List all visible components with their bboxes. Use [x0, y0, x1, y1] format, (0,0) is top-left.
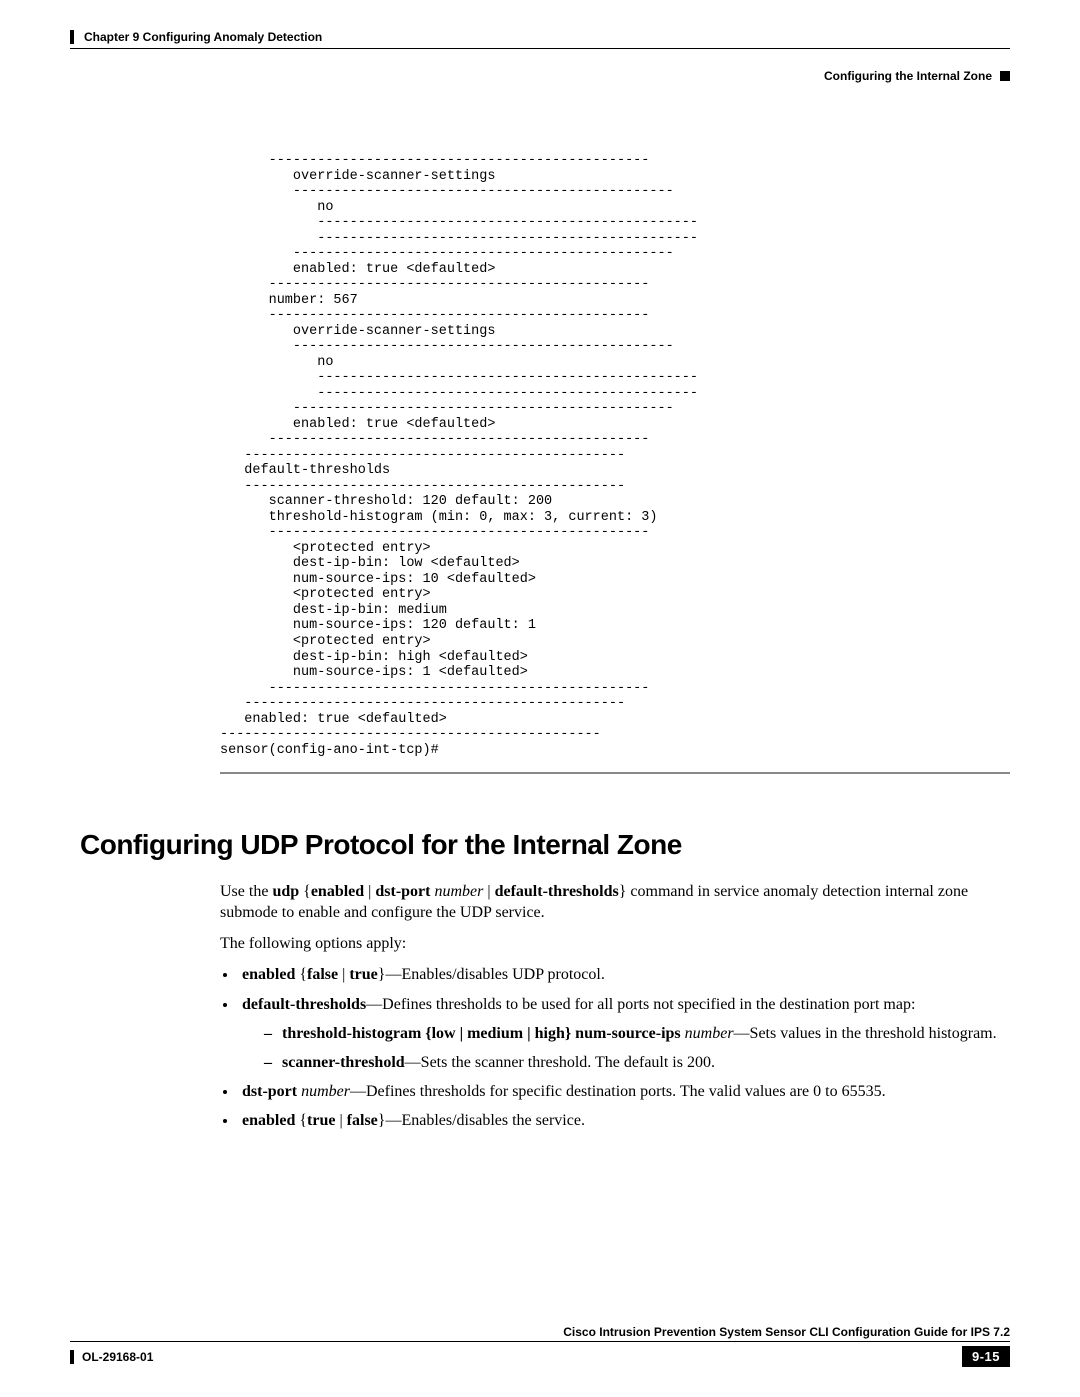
footer-rule [70, 1341, 1010, 1342]
section-heading: Configuring UDP Protocol for the Interna… [80, 829, 1010, 861]
footer-guide-title: Cisco Intrusion Prevention System Sensor… [70, 1325, 1010, 1339]
header-square-icon [1000, 71, 1010, 81]
options-lead: The following options apply: [220, 933, 1000, 954]
page-number: 9-15 [962, 1346, 1010, 1367]
list-item: default-thresholds—Defines thresholds to… [238, 994, 1000, 1073]
output-end-rule [220, 772, 1010, 774]
list-item: enabled {false | true}—Enables/disables … [238, 964, 1000, 985]
list-item: threshold-histogram {low | medium | high… [264, 1023, 1000, 1044]
list-item: dst-port number—Defines thresholds for s… [238, 1081, 1000, 1102]
intro-paragraph: Use the udp {enabled | dst-port number |… [220, 881, 1000, 923]
sub-options-list: threshold-histogram {low | medium | high… [264, 1023, 1000, 1073]
cmd-default-thresholds: default-thresholds [495, 883, 619, 900]
chapter-label: Chapter 9 Configuring Anomaly Detection [84, 30, 322, 44]
cli-output-block: ----------------------------------------… [220, 153, 1010, 758]
doc-id: OL-29168-01 [82, 1350, 153, 1364]
section-body: Use the udp {enabled | dst-port number |… [220, 881, 1000, 1131]
cmd-dst-port: dst-port [375, 883, 430, 900]
cmd-enabled: enabled [311, 883, 364, 900]
list-item: scanner-threshold—Sets the scanner thres… [264, 1052, 1000, 1073]
page-header: Chapter 9 Configuring Anomaly Detection … [70, 30, 1010, 83]
options-list: enabled {false | true}—Enables/disables … [238, 964, 1000, 1131]
arg-number: number [434, 883, 483, 900]
footer-bar-icon [70, 1350, 74, 1364]
list-item: enabled {true | false}—Enables/disables … [238, 1110, 1000, 1131]
page-footer: Cisco Intrusion Prevention System Sensor… [70, 1325, 1010, 1367]
cmd-udp: udp [272, 883, 299, 900]
section-label: Configuring the Internal Zone [824, 69, 992, 83]
header-bar-icon [70, 30, 74, 44]
